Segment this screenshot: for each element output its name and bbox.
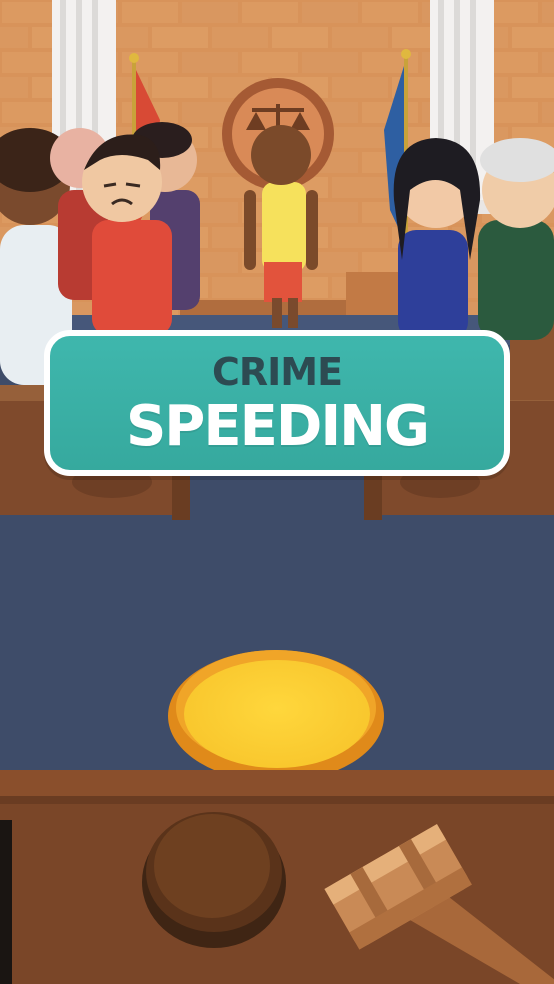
crime-title: CRIME — [211, 350, 343, 394]
juror-right-1 — [393, 138, 481, 340]
judge-desk-top — [0, 770, 554, 798]
tap-button[interactable] — [184, 660, 370, 768]
gavel-sound-block-icon — [142, 812, 286, 948]
juror-left-4 — [82, 134, 172, 335]
crime-card: CRIME SPEEDING — [44, 330, 510, 476]
courtroom-scene — [0, 0, 554, 984]
juror-right-2 — [478, 138, 554, 340]
crime-name: SPEEDING — [125, 394, 430, 459]
